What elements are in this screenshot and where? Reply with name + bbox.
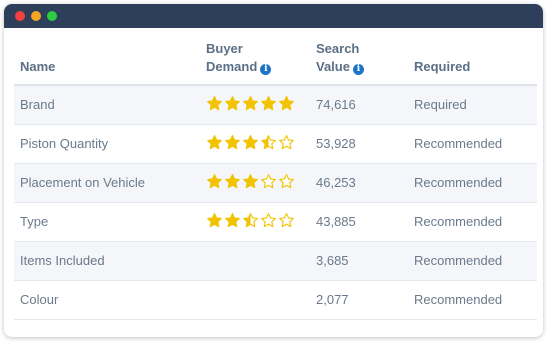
minimize-window-button[interactable]	[31, 11, 41, 21]
star-empty-icon	[261, 173, 276, 188]
row-buyer-demand	[200, 202, 310, 242]
star-full-icon	[207, 95, 222, 110]
row-search-value: 53,928	[310, 124, 408, 164]
row-buyer-demand	[200, 124, 310, 164]
star-rating	[206, 173, 295, 190]
star-half-icon	[261, 134, 276, 149]
table-row: Brand 74,616 Required	[14, 85, 537, 125]
row-search-value: 43,885	[310, 202, 408, 242]
row-search-value: 2,077	[310, 280, 408, 320]
star-empty-icon	[279, 134, 294, 149]
row-required: Required	[408, 85, 537, 125]
row-name: Placement on Vehicle	[14, 163, 200, 203]
row-required: Recommended	[408, 241, 537, 281]
row-buyer-demand	[200, 280, 310, 320]
table-header-row: Name Buyer Demand i Search Value i Require…	[14, 40, 537, 86]
star-full-icon	[243, 95, 258, 110]
close-window-button[interactable]	[15, 11, 25, 21]
row-required: Recommended	[408, 163, 537, 203]
column-header-search-value: Search Value i	[310, 40, 408, 86]
star-full-icon	[225, 212, 240, 227]
table-row: Colour 2,077 Recommended	[14, 280, 537, 320]
column-header-buyer-demand: Buyer Demand i	[200, 40, 310, 86]
row-required: Recommended	[408, 280, 537, 320]
column-header-name: Name	[14, 40, 200, 86]
star-full-icon	[207, 134, 222, 149]
table-row: Type 43,885 Recommended	[14, 202, 537, 242]
row-search-value: 46,253	[310, 163, 408, 203]
row-required: Recommended	[408, 202, 537, 242]
table-row: Items Included 3,685 Recommended	[14, 241, 537, 281]
row-required: Recommended	[408, 124, 537, 164]
table-row: Piston Quantity 53,928 Recommended	[14, 124, 537, 164]
window: Name Buyer Demand i Search Value i Require…	[4, 4, 543, 337]
row-name: Piston Quantity	[14, 124, 200, 164]
table-row: Placement on Vehicle 46,253 Recommended	[14, 163, 537, 203]
star-rating	[206, 95, 295, 112]
star-empty-icon	[279, 173, 294, 188]
star-full-icon	[261, 95, 276, 110]
row-search-value: 3,685	[310, 241, 408, 281]
item-specifics-table: Name Buyer Demand i Search Value i Require…	[14, 40, 537, 320]
star-full-icon	[243, 173, 258, 188]
row-buyer-demand	[200, 163, 310, 203]
column-header-required: Required	[408, 40, 537, 86]
star-full-icon	[207, 173, 222, 188]
star-rating	[206, 134, 295, 151]
star-empty-icon	[261, 212, 276, 227]
star-full-icon	[207, 212, 222, 227]
star-half-icon	[243, 212, 258, 227]
row-name: Colour	[14, 280, 200, 320]
star-full-icon	[225, 95, 240, 110]
row-name: Type	[14, 202, 200, 242]
star-full-icon	[279, 95, 294, 110]
info-icon[interactable]: i	[260, 64, 272, 75]
maximize-window-button[interactable]	[47, 11, 57, 21]
star-rating	[206, 212, 295, 229]
row-name: Items Included	[14, 241, 200, 281]
star-empty-icon	[279, 212, 294, 227]
star-full-icon	[225, 134, 240, 149]
star-full-icon	[225, 173, 240, 188]
row-buyer-demand	[200, 85, 310, 125]
title-bar	[4, 4, 543, 28]
row-name: Brand	[14, 85, 200, 125]
row-buyer-demand	[200, 241, 310, 281]
info-icon[interactable]: i	[352, 64, 364, 75]
row-search-value: 74,616	[310, 85, 408, 125]
star-full-icon	[243, 134, 258, 149]
